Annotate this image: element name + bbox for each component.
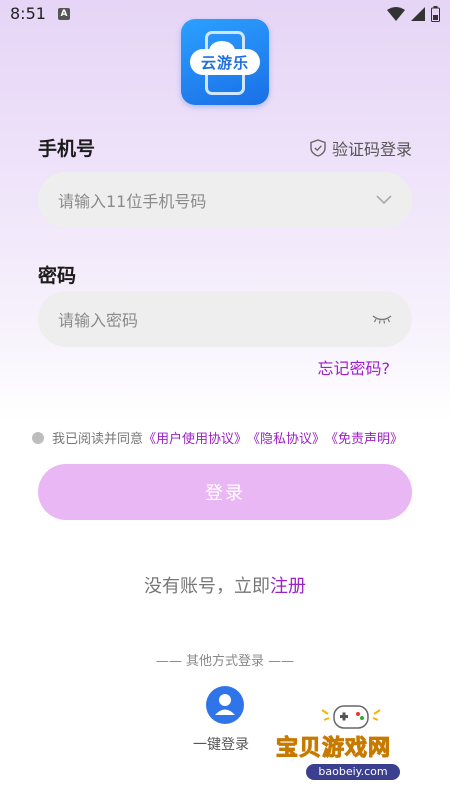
disclaimer-link[interactable]: 《免责声明》: [325, 428, 403, 447]
sms-login-link[interactable]: 验证码登录: [310, 136, 412, 160]
one-key-login-icon[interactable]: [206, 686, 244, 724]
agreement-prefix: 我已阅读并同意: [52, 432, 144, 447]
sms-login-label: 验证码登录: [331, 140, 412, 159]
phone-input[interactable]: 请输入11位手机号码: [38, 172, 412, 228]
agree-checkbox[interactable]: [32, 431, 44, 444]
phone-label: 手机号: [38, 138, 96, 160]
forgot-password-link[interactable]: 忘记密码?: [318, 355, 391, 379]
phone-placeholder: 请输入11位手机号码: [58, 192, 207, 211]
notification-a-icon: A: [58, 8, 70, 20]
register-link[interactable]: 注册: [270, 576, 306, 597]
status-icons: [387, 6, 440, 22]
watermark-url: baobeiy.com: [306, 764, 400, 780]
wifi-icon: [387, 7, 405, 21]
other-login-title: —— 其他方式登录 ——: [155, 654, 295, 669]
chevron-down-icon[interactable]: [376, 195, 392, 205]
register-prefix: 没有账号，立即: [144, 576, 270, 597]
logo-text: 云游乐: [190, 49, 260, 75]
app-logo: 云游乐: [181, 19, 269, 105]
password-input[interactable]: 请输入密码: [38, 291, 412, 347]
user-agreement-link[interactable]: 《用户使用协议》: [143, 428, 247, 447]
one-key-login-label[interactable]: 一键登录: [193, 734, 249, 754]
password-label: 密码: [38, 265, 77, 287]
privacy-agreement-link[interactable]: 《隐私协议》: [247, 428, 325, 447]
agreement-row: 我已阅读并同意 《用户使用协议》 《隐私协议》 《免责声明》: [32, 428, 403, 447]
status-time: 8:51: [10, 4, 46, 23]
eye-closed-icon[interactable]: [372, 314, 392, 324]
watermark: 宝贝游戏网 baobeiy.com: [275, 700, 436, 792]
battery-icon: [431, 6, 440, 22]
gamepad-icon: [321, 705, 381, 729]
login-button[interactable]: 登录: [38, 464, 412, 520]
watermark-text: 宝贝游戏网: [275, 736, 392, 762]
signal-icon: [411, 7, 425, 21]
shield-check-icon: [310, 139, 326, 157]
user-icon: [215, 694, 235, 715]
password-placeholder: 请输入密码: [58, 311, 139, 330]
register-row: 没有账号，立即注册: [0, 572, 450, 598]
